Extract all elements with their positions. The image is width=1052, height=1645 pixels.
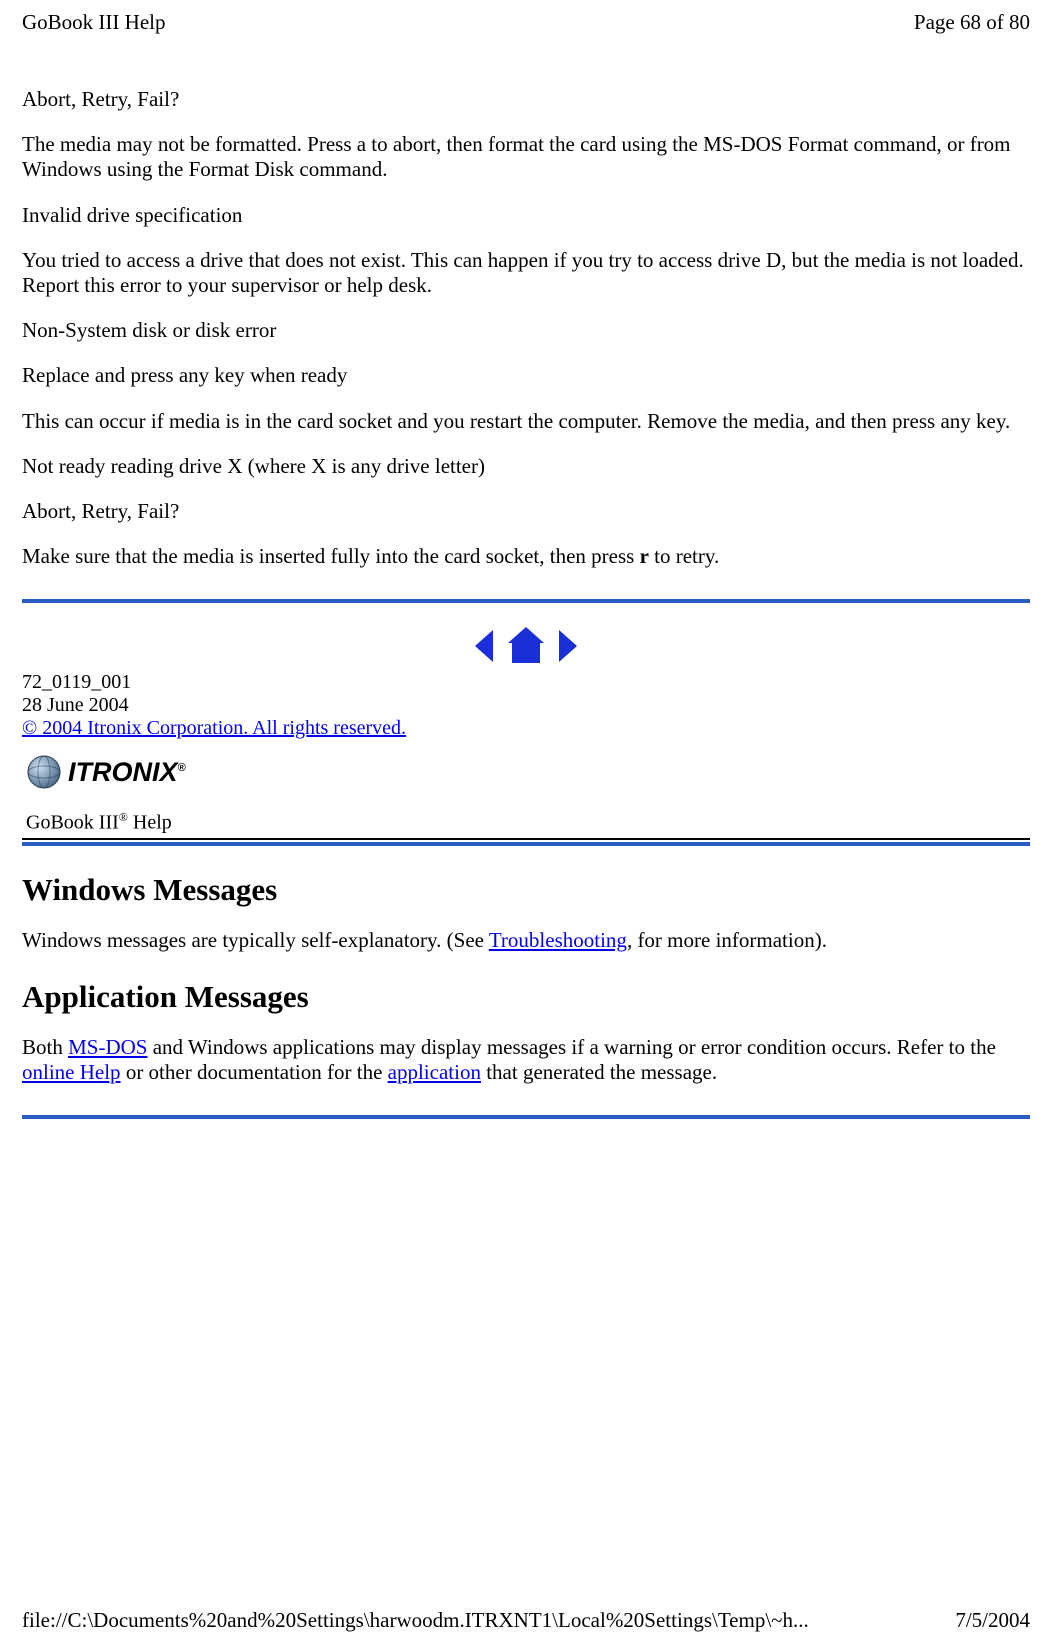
prev-arrow-icon[interactable] (471, 625, 499, 667)
brand-text: ITRONIX® (68, 757, 186, 788)
helpline-prefix: GoBook III (26, 812, 119, 834)
heading-application-messages: Application Messages (22, 979, 1030, 1015)
onlinehelp-link[interactable]: online Help (22, 1060, 121, 1084)
para-10-after: to retry. (649, 544, 719, 568)
footer-path: file://C:\Documents%20and%20Settings\har… (22, 1608, 809, 1633)
para-9: Abort, Retry, Fail? (22, 499, 1030, 524)
rule-blue (22, 842, 1030, 846)
troubleshooting-link[interactable]: Troubleshooting (489, 928, 627, 952)
para-10-before: Make sure that the media is inserted ful… (22, 544, 640, 568)
s2-mid1: and Windows applications may display mes… (147, 1035, 995, 1059)
s1-before: Windows messages are typically self-expl… (22, 928, 489, 952)
brand-reg: ® (178, 762, 186, 774)
doc-date: 28 June 2004 (22, 694, 1030, 717)
para-10: Make sure that the media is inserted ful… (22, 544, 1030, 569)
doc-info: 72_0119_001 28 June 2004 © 2004 Itronix … (22, 671, 1030, 740)
next-arrow-icon[interactable] (553, 625, 581, 667)
footer-date: 7/5/2004 (955, 1608, 1030, 1633)
helpline-sup: ® (119, 810, 128, 824)
para-1: Abort, Retry, Fail? (22, 87, 1030, 112)
page-header: GoBook III Help Page 68 of 80 (22, 10, 1030, 35)
divider-blue-2 (22, 1115, 1030, 1119)
home-icon[interactable] (504, 625, 548, 667)
heading-windows-messages: Windows Messages (22, 872, 1030, 908)
para-8: Not ready reading drive X (where X is an… (22, 454, 1030, 479)
helpline-suffix: Help (128, 812, 172, 834)
para-6: Replace and press any key when ready (22, 363, 1030, 388)
section-2-text: Both MS-DOS and Windows applications may… (22, 1035, 1030, 1085)
section-1-text: Windows messages are typically self-expl… (22, 928, 1030, 953)
page-indicator: Page 68 of 80 (914, 10, 1030, 35)
logo-block: ITRONIX® GoBook III® Help (22, 750, 1030, 846)
header-title: GoBook III Help (22, 10, 165, 35)
application-link[interactable]: application (388, 1060, 481, 1084)
para-7: This can occur if media is in the card s… (22, 409, 1030, 434)
page-footer: file://C:\Documents%20and%20Settings\har… (22, 1608, 1030, 1633)
s1-after: , for more information). (627, 928, 827, 952)
s2-mid2: or other documentation for the (121, 1060, 388, 1084)
main-content: Abort, Retry, Fail? The media may not be… (22, 87, 1030, 569)
globe-icon (26, 754, 62, 790)
doc-number: 72_0119_001 (22, 671, 1030, 694)
brand-name: ITRONIX (68, 757, 178, 787)
para-5: Non-System disk or disk error (22, 318, 1030, 343)
divider-blue-1 (22, 599, 1030, 603)
para-10-bold: r (640, 544, 649, 568)
help-line: GoBook III® Help (26, 810, 1026, 838)
para-4: You tried to access a drive that does no… (22, 248, 1030, 298)
msdos-link[interactable]: MS-DOS (68, 1035, 147, 1059)
nav-buttons (22, 625, 1030, 667)
rule-thin (22, 838, 1030, 840)
s2-after: that generated the message. (481, 1060, 717, 1084)
copyright-link[interactable]: © 2004 Itronix Corporation. All rights r… (22, 717, 406, 739)
para-2: The media may not be formatted. Press a … (22, 132, 1030, 182)
logo-row: ITRONIX® (22, 750, 1030, 794)
s2-before: Both (22, 1035, 68, 1059)
para-3: Invalid drive specification (22, 203, 1030, 228)
